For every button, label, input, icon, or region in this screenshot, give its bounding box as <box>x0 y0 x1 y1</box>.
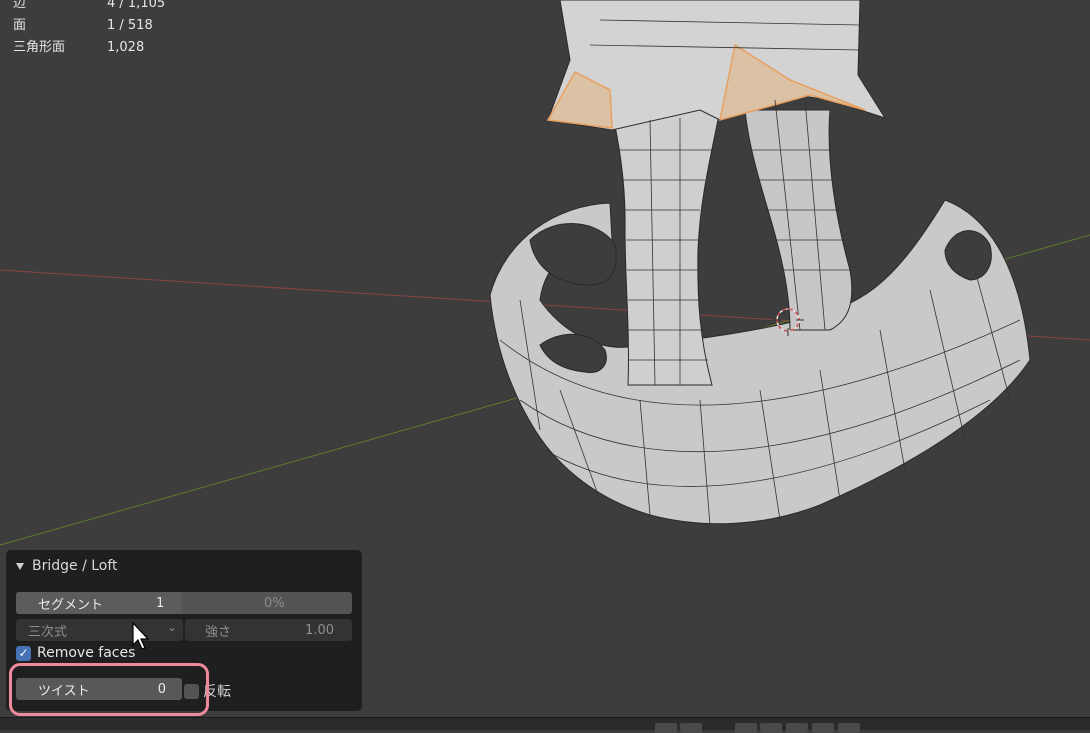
mesh-statistics: 辺 4 / 1,105 面 1 / 518 三角形面 1,028 <box>13 0 165 59</box>
status-button[interactable] <box>838 723 860 733</box>
status-button[interactable] <box>812 723 834 733</box>
panel-title: Bridge / Loft <box>32 558 118 574</box>
status-button[interactable] <box>786 723 808 733</box>
remove-faces-checkbox[interactable]: ✓ Remove faces <box>16 645 135 661</box>
strength-field[interactable]: 強さ 1.00 <box>185 619 352 641</box>
status-button[interactable] <box>680 723 702 733</box>
operator-panel: Bridge / Loft セグメント 1 0% 三次式 ⌄ 強さ 1.00 ✓… <box>6 550 362 716</box>
status-button[interactable] <box>760 723 782 733</box>
interpolation-label: 三次式 <box>28 624 68 640</box>
remove-faces-label: Remove faces <box>37 645 136 661</box>
status-button[interactable] <box>735 723 757 733</box>
stat-value: 1 / 518 <box>107 18 153 33</box>
highlight-annotation <box>9 663 209 716</box>
stat-row-triangles: 三角形面 1,028 <box>13 37 165 59</box>
strength-label: 強さ <box>205 624 232 640</box>
strength-value: 1.00 <box>305 622 334 638</box>
stat-value: 4 / 1,105 <box>107 0 166 11</box>
status-bar <box>0 717 1090 733</box>
stat-label: 三角形面 <box>13 40 66 55</box>
segments-slider[interactable]: セグメント 1 0% <box>16 592 352 614</box>
smoothness-value: 0% <box>264 595 285 611</box>
stat-row-edges: 辺 4 / 1,105 <box>13 0 165 15</box>
interpolation-dropdown[interactable]: 三次式 ⌄ <box>16 619 183 641</box>
chevron-down-icon: ⌄ <box>166 620 177 634</box>
stat-label: 辺 <box>13 0 27 11</box>
triangle-down-icon[interactable] <box>16 562 24 570</box>
checkmark-icon[interactable]: ✓ <box>16 645 31 661</box>
stat-row-faces: 面 1 / 518 <box>13 15 165 37</box>
stat-value: 1,028 <box>107 40 145 55</box>
stat-label: 面 <box>13 18 27 33</box>
mouse-pointer-icon <box>132 622 150 650</box>
mesh-object[interactable] <box>489 0 1031 526</box>
segments-value: 1 <box>156 595 165 611</box>
status-button[interactable] <box>655 723 677 733</box>
panel-header[interactable]: Bridge / Loft <box>16 558 118 574</box>
segments-label: セグメント <box>38 597 104 613</box>
